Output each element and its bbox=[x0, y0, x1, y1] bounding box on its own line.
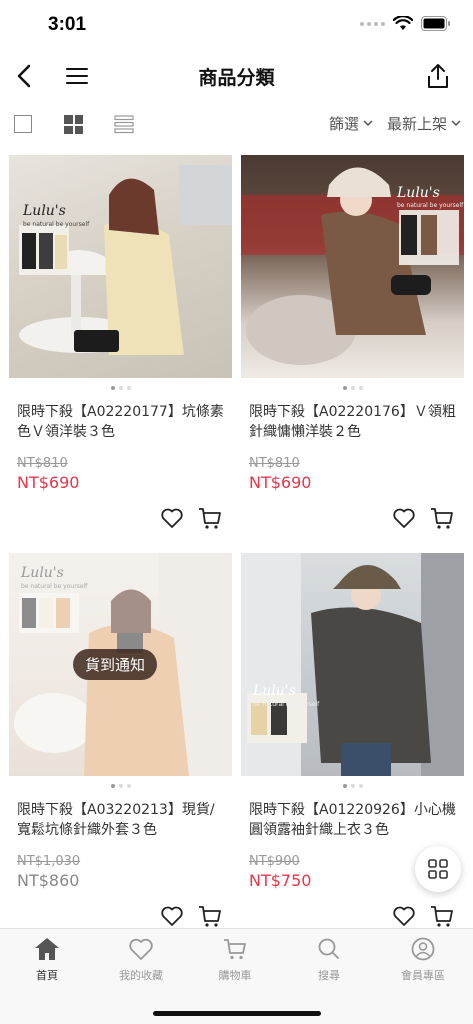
tab-label: 會員專區 bbox=[401, 969, 445, 982]
home-icon bbox=[35, 938, 59, 960]
product-image[interactable]: Lulu's be natural be yourself bbox=[9, 155, 232, 378]
image-pagination bbox=[9, 386, 232, 392]
brand-logo: Lulu's bbox=[397, 185, 440, 201]
original-price: NT$810 bbox=[249, 456, 300, 471]
tab-label: 我的收藏 bbox=[119, 969, 163, 982]
tab-label: 購物車 bbox=[218, 969, 252, 982]
original-price: NT$810 bbox=[17, 456, 68, 471]
status-time: 3:01 bbox=[48, 14, 87, 35]
single-view-toggle[interactable] bbox=[14, 115, 32, 133]
restock-notify-button[interactable]: 貨到通知 bbox=[73, 649, 158, 680]
sale-price: NT$690 bbox=[17, 473, 80, 492]
tab-cart[interactable]: 購物車 bbox=[190, 937, 280, 983]
product-title[interactable]: 限時下殺【A02220176】Ｖ領粗針織慵懶洋裝２色 bbox=[241, 402, 464, 442]
brand-tagline: be natural be yourself bbox=[21, 583, 88, 590]
product-card[interactable]: Lulu's be natural be yourself 限時下殺【A0222… bbox=[9, 155, 232, 536]
sale-price: NT$860 bbox=[17, 871, 80, 890]
tab-member[interactable]: 會員專區 bbox=[378, 937, 468, 983]
brand-tagline: be natural be yourself bbox=[397, 202, 464, 209]
brand-tagline: be natural be yourself bbox=[23, 221, 90, 228]
sort-filter-area: 篩選 最新上架 bbox=[329, 113, 461, 134]
wifi-icon bbox=[393, 16, 413, 30]
tab-label: 搜尋 bbox=[318, 969, 340, 982]
sale-price: NT$690 bbox=[249, 473, 312, 492]
product-title[interactable]: 限時下殺【A03220213】現貨/寬鬆坑條針織外套３色 bbox=[9, 800, 232, 840]
card-actions bbox=[241, 506, 464, 536]
brand-logo: Lulu's bbox=[253, 683, 296, 699]
product-image[interactable]: Lulu's be natural be yourself bbox=[241, 155, 464, 378]
tab-home[interactable]: 首頁 bbox=[2, 937, 92, 983]
search-icon bbox=[318, 938, 339, 959]
brand-tagline: be natural be yourself bbox=[253, 701, 320, 708]
heart-icon bbox=[129, 938, 153, 960]
product-image[interactable]: Lulu's be natural be yourself 貨到通知 bbox=[9, 553, 232, 776]
tab-favorites[interactable]: 我的收藏 bbox=[96, 937, 186, 983]
product-photo bbox=[241, 553, 464, 776]
signal-icon bbox=[360, 21, 385, 26]
image-pagination bbox=[9, 784, 232, 790]
nav-bar: 商品分類 bbox=[0, 50, 473, 102]
tab-label: 首頁 bbox=[36, 969, 58, 982]
add-to-cart-icon[interactable] bbox=[430, 506, 454, 530]
original-price: NT$1,030 bbox=[17, 854, 81, 869]
floating-grid-button[interactable] bbox=[415, 846, 461, 892]
image-pagination bbox=[241, 386, 464, 392]
product-image[interactable]: Lulu's be natural be yourself bbox=[241, 553, 464, 776]
product-title[interactable]: 限時下殺【A02220177】坑條素色Ｖ領洋裝３色 bbox=[9, 402, 232, 442]
favorite-heart-icon[interactable] bbox=[160, 904, 184, 928]
product-photo bbox=[19, 165, 232, 355]
cart-icon bbox=[224, 939, 246, 960]
image-pagination bbox=[241, 784, 464, 790]
product-card[interactable]: Lulu's be natural be yourself 限時下殺【A0222… bbox=[241, 155, 464, 536]
grid-view-toggle[interactable] bbox=[64, 115, 83, 134]
sort-label: 最新上架 bbox=[386, 115, 447, 133]
favorite-heart-icon[interactable] bbox=[392, 904, 416, 928]
home-indicator bbox=[153, 1011, 321, 1016]
status-icons bbox=[360, 16, 451, 31]
bottom-tab-bar: 首頁 我的收藏 購物車 搜尋 會員專區 bbox=[0, 928, 473, 1024]
chevron-down-icon bbox=[363, 120, 373, 127]
share-icon bbox=[428, 64, 448, 88]
brand-logo: Lulu's bbox=[23, 203, 66, 219]
user-icon bbox=[411, 937, 435, 961]
add-to-cart-icon[interactable] bbox=[198, 904, 222, 928]
list-view-toggle[interactable] bbox=[114, 114, 134, 134]
filter-label: 篩選 bbox=[328, 115, 359, 133]
battery-icon bbox=[421, 16, 450, 31]
tab-search[interactable]: 搜尋 bbox=[284, 937, 374, 983]
product-title[interactable]: 限時下殺【A01220926】小心機圓領露袖針織上衣３色 bbox=[241, 800, 464, 840]
product-card[interactable]: Lulu's be natural be yourself 貨到通知 限時下殺【… bbox=[9, 553, 232, 934]
filter-dropdown[interactable]: 篩選 bbox=[329, 113, 373, 134]
chevron-down-icon bbox=[451, 120, 461, 127]
share-button[interactable] bbox=[423, 60, 453, 92]
status-bar: 3:01 bbox=[0, 0, 473, 50]
add-to-cart-icon[interactable] bbox=[430, 904, 454, 928]
brand-logo: Lulu's bbox=[21, 565, 64, 581]
card-actions bbox=[9, 506, 232, 536]
page-title: 商品分類 bbox=[198, 67, 275, 89]
view-toolbar: 篩選 最新上架 bbox=[0, 104, 473, 144]
favorite-heart-icon[interactable] bbox=[160, 506, 184, 530]
favorite-heart-icon[interactable] bbox=[392, 506, 416, 530]
grid-icon bbox=[428, 859, 448, 879]
add-to-cart-icon[interactable] bbox=[198, 506, 222, 530]
sort-dropdown[interactable]: 最新上架 bbox=[387, 113, 461, 134]
